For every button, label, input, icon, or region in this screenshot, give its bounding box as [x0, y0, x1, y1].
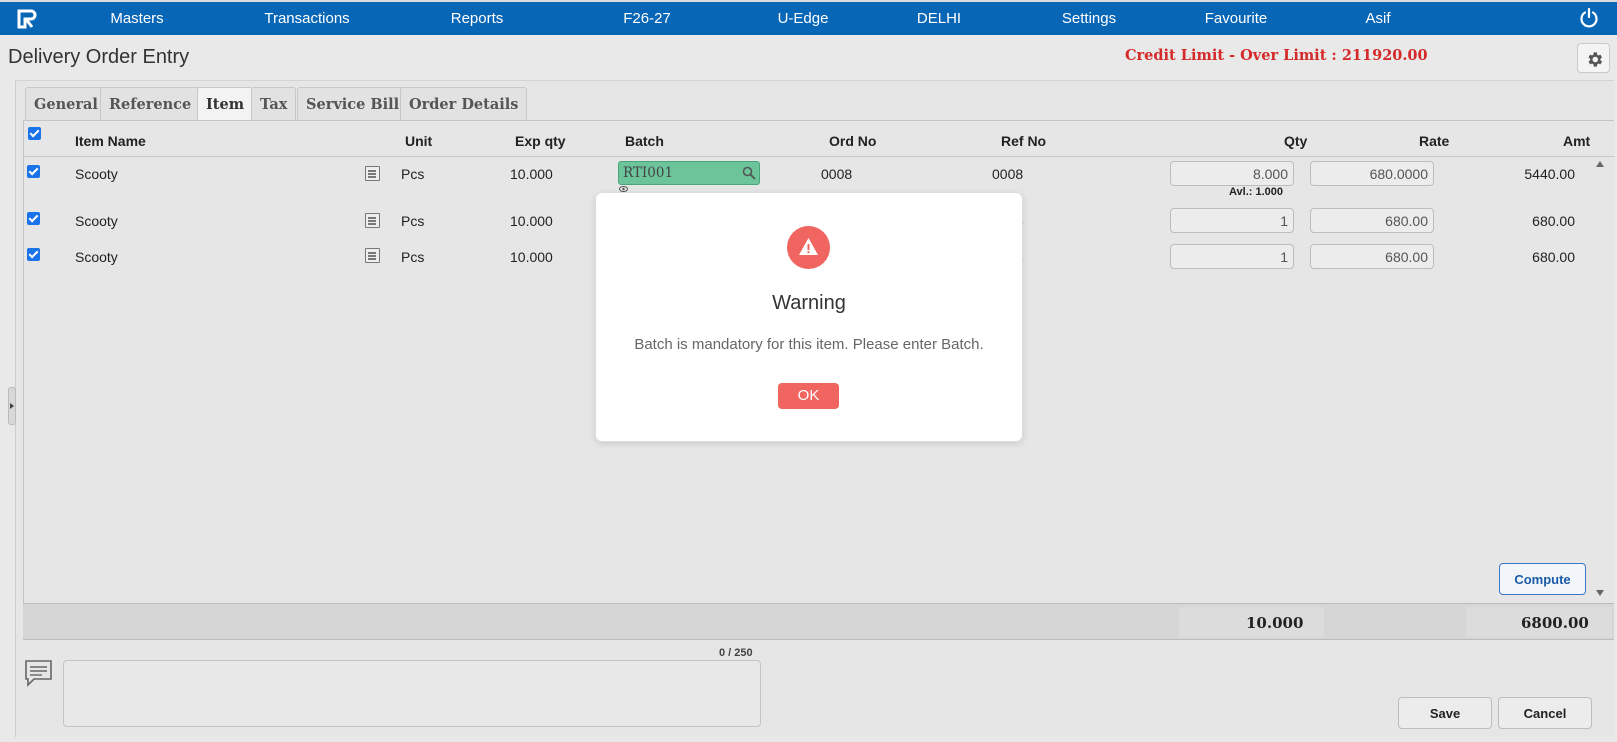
- nav-reports[interactable]: Reports: [451, 10, 504, 27]
- page-title: Delivery Order Entry: [8, 46, 190, 68]
- col-item-name: Item Name: [75, 133, 146, 149]
- col-rate: Rate: [1419, 133, 1450, 149]
- rate-input[interactable]: 680.0000: [1310, 161, 1434, 186]
- item-detail-icon[interactable]: [365, 248, 380, 263]
- credit-limit-alert: Credit Limit - Over Limit : 211920.00: [1125, 47, 1428, 64]
- tab-reference[interactable]: Reference: [100, 87, 201, 120]
- notes-char-counter: 0 / 250: [719, 647, 753, 659]
- warning-icon: [787, 226, 830, 269]
- save-button[interactable]: Save: [1398, 697, 1492, 729]
- row-amount: 680.00: [1532, 249, 1575, 265]
- row-exp-qty: 10.000: [510, 249, 553, 265]
- dialog-title: Warning: [772, 292, 846, 314]
- batch-input[interactable]: RTI001: [618, 161, 760, 185]
- totals-bar: 10.000 6800.00: [23, 603, 1614, 640]
- available-stock: Avl.: 1.000: [1229, 186, 1284, 198]
- nav-user[interactable]: Asif: [1365, 10, 1390, 27]
- col-amt: Amt: [1563, 133, 1591, 149]
- cancel-button[interactable]: Cancel: [1498, 697, 1592, 729]
- col-qty: Qty: [1284, 133, 1308, 149]
- row-amount: 680.00: [1532, 213, 1575, 229]
- col-batch: Batch: [625, 133, 664, 149]
- row-exp-qty: 10.000: [510, 166, 553, 182]
- row-checkbox[interactable]: [27, 165, 40, 178]
- col-exp-qty: Exp qty: [515, 133, 566, 149]
- row-unit: Pcs: [401, 213, 425, 229]
- qty-input[interactable]: 8.000: [1170, 161, 1294, 186]
- nav-u-edge[interactable]: U-Edge: [778, 10, 829, 27]
- nav-favourite[interactable]: Favourite: [1205, 10, 1268, 27]
- row-exp-qty: 10.000: [510, 213, 553, 229]
- select-all-checkbox[interactable]: [28, 127, 41, 140]
- search-icon[interactable]: [742, 166, 756, 180]
- gear-icon: [1588, 52, 1603, 67]
- total-amount: 6800.00: [1521, 614, 1589, 632]
- app-logo-icon[interactable]: [16, 8, 38, 30]
- compute-button[interactable]: Compute: [1499, 563, 1586, 595]
- qty-input[interactable]: 1: [1170, 244, 1294, 269]
- row-ref-no: 0008: [992, 166, 1024, 182]
- settings-button[interactable]: [1577, 43, 1610, 73]
- row-item-name: Scooty: [75, 213, 118, 229]
- row-unit: Pcs: [401, 166, 425, 182]
- top-nav: Masters Transactions Reports F26-27 U-Ed…: [0, 0, 1617, 35]
- item-detail-icon[interactable]: [365, 166, 380, 181]
- tab-order-details[interactable]: Order Details: [400, 87, 528, 120]
- comment-icon: [25, 660, 52, 687]
- rate-input[interactable]: 680.00: [1310, 244, 1434, 269]
- row-checkbox[interactable]: [27, 212, 40, 225]
- nav-financial-year[interactable]: F26-27: [623, 10, 671, 27]
- nav-masters[interactable]: Masters: [110, 10, 163, 27]
- nav-settings[interactable]: Settings: [1062, 10, 1116, 27]
- row-item-name: Scooty: [75, 166, 118, 182]
- tab-service-bill[interactable]: Service Bill: [297, 87, 409, 120]
- notes-textarea[interactable]: [63, 660, 761, 727]
- nav-transactions[interactable]: Transactions: [264, 10, 349, 27]
- col-unit: Unit: [405, 133, 433, 149]
- power-icon[interactable]: [1579, 7, 1599, 29]
- dialog-message: Batch is mandatory for this item. Please…: [634, 336, 984, 353]
- col-ord-no: Ord No: [829, 133, 877, 149]
- nav-branch[interactable]: DELHI: [917, 10, 961, 27]
- qty-input[interactable]: 1: [1170, 208, 1294, 233]
- total-qty: 10.000: [1246, 614, 1304, 632]
- item-detail-icon[interactable]: [365, 213, 380, 228]
- scroll-up-arrow-icon[interactable]: [1596, 161, 1604, 167]
- tab-tax[interactable]: Tax: [251, 87, 297, 120]
- row-checkbox[interactable]: [27, 248, 40, 261]
- col-ref-no: Ref No: [1001, 133, 1047, 149]
- row-ord-no: 0008: [821, 166, 853, 182]
- eye-icon[interactable]: [619, 186, 628, 192]
- dialog-ok-button[interactable]: OK: [778, 383, 839, 409]
- tab-general[interactable]: General: [25, 87, 107, 120]
- tab-item[interactable]: Item: [197, 87, 254, 121]
- sidebar-toggle-handle[interactable]: [8, 387, 16, 425]
- warning-dialog: Warning Batch is mandatory for this item…: [596, 193, 1022, 441]
- rate-input[interactable]: 680.00: [1310, 208, 1434, 233]
- row-amount: 5440.00: [1524, 166, 1575, 182]
- scroll-down-arrow-icon[interactable]: [1596, 590, 1604, 596]
- row-unit: Pcs: [401, 249, 425, 265]
- row-item-name: Scooty: [75, 249, 118, 265]
